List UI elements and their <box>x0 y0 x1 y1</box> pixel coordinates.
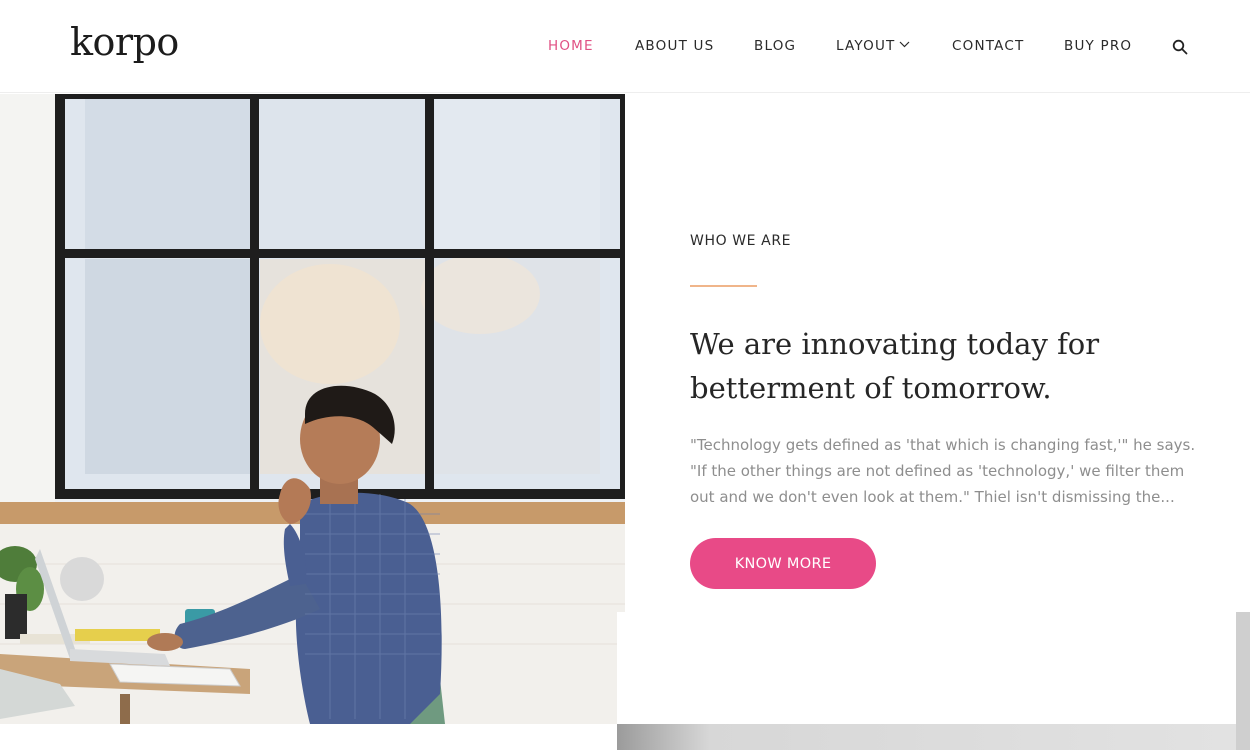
body-line-2: "If the other things are not defined as … <box>690 462 1185 480</box>
know-more-button[interactable]: KNOW MORE <box>690 538 876 589</box>
nav-item-contact[interactable]: CONTACT <box>952 38 1024 54</box>
section-eyebrow: WHO WE ARE <box>690 233 792 249</box>
section-body: "Technology gets defined as 'that which … <box>690 432 1200 510</box>
headline-line-1: We are innovating today for <box>690 327 1100 361</box>
section-headline: We are innovating today for betterment o… <box>690 322 1210 410</box>
chevron-down-icon <box>900 41 910 48</box>
next-section-edge <box>1236 612 1250 750</box>
nav-item-buy-pro[interactable]: BUY PRO <box>1064 38 1132 54</box>
main-nav: HOME ABOUT US BLOG LAYOUT CONTACT BUY PR… <box>0 38 1250 58</box>
search-icon[interactable] <box>1172 39 1188 55</box>
nav-item-blog[interactable]: BLOG <box>754 38 796 54</box>
headline-line-2: betterment of tomorrow. <box>690 371 1052 405</box>
nav-item-layout-label: LAYOUT <box>836 38 896 54</box>
nav-item-home[interactable]: HOME <box>548 38 594 54</box>
next-section-image <box>617 724 1236 750</box>
section-divider <box>690 285 757 287</box>
nav-item-about-us[interactable]: ABOUT US <box>635 38 714 54</box>
body-line-1: "Technology gets defined as 'that which … <box>690 436 1196 454</box>
body-line-3: out and we don't even look at them." Thi… <box>690 488 1175 506</box>
hero-photo <box>0 94 625 724</box>
site-header: korpo HOME ABOUT US BLOG LAYOUT CONTACT … <box>0 0 1250 93</box>
nav-item-layout[interactable]: LAYOUT <box>836 38 910 54</box>
